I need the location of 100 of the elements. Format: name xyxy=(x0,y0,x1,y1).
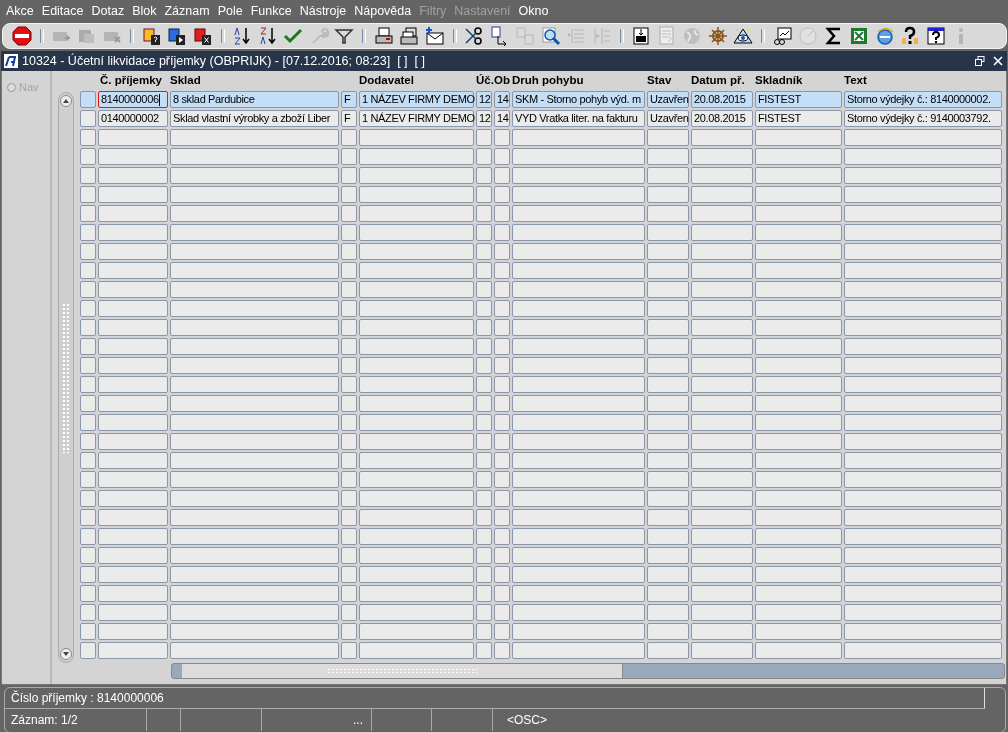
empty-cell[interactable] xyxy=(476,433,492,450)
empty-cell[interactable] xyxy=(341,395,357,412)
empty-cell[interactable] xyxy=(359,433,474,450)
empty-cell[interactable] xyxy=(170,433,339,450)
empty-cell[interactable] xyxy=(170,224,339,241)
row-marker[interactable] xyxy=(80,91,96,108)
empty-cell[interactable] xyxy=(476,148,492,165)
empty-cell[interactable] xyxy=(359,623,474,640)
empty-cell[interactable] xyxy=(647,604,689,621)
table-cell[interactable]: 8 sklad Pardubice xyxy=(170,91,339,108)
row-marker[interactable] xyxy=(80,319,96,336)
empty-cell[interactable] xyxy=(755,338,842,355)
empty-cell[interactable] xyxy=(844,205,1002,222)
empty-cell[interactable] xyxy=(494,319,510,336)
table-cell[interactable]: 12 xyxy=(476,110,492,127)
table-cell[interactable]: 14 xyxy=(494,110,510,127)
empty-cell[interactable] xyxy=(359,319,474,336)
empty-cell[interactable] xyxy=(494,623,510,640)
empty-cell[interactable] xyxy=(755,547,842,564)
empty-cell[interactable] xyxy=(359,243,474,260)
empty-cell[interactable] xyxy=(512,243,645,260)
empty-cell[interactable] xyxy=(476,490,492,507)
empty-cell[interactable] xyxy=(98,452,168,469)
empty-cell[interactable] xyxy=(359,167,474,184)
empty-cell[interactable] xyxy=(359,414,474,431)
table-cell[interactable]: 14 xyxy=(494,91,510,108)
empty-cell[interactable] xyxy=(691,186,753,203)
empty-cell[interactable] xyxy=(341,148,357,165)
empty-cell[interactable] xyxy=(755,509,842,526)
empty-cell[interactable] xyxy=(98,433,168,450)
empty-cell[interactable] xyxy=(359,528,474,545)
empty-cell[interactable] xyxy=(512,642,645,659)
empty-cell[interactable] xyxy=(170,547,339,564)
empty-cell[interactable] xyxy=(341,300,357,317)
empty-cell[interactable] xyxy=(341,167,357,184)
table-cell[interactable]: 20.08.2015 xyxy=(691,110,753,127)
vertical-scrollbar[interactable] xyxy=(58,92,74,663)
empty-cell[interactable] xyxy=(170,148,339,165)
row-marker[interactable] xyxy=(80,129,96,146)
empty-cell[interactable] xyxy=(512,224,645,241)
empty-cell[interactable] xyxy=(476,452,492,469)
empty-cell[interactable] xyxy=(476,262,492,279)
empty-cell[interactable] xyxy=(755,205,842,222)
empty-cell[interactable] xyxy=(512,528,645,545)
empty-cell[interactable] xyxy=(476,281,492,298)
empty-cell[interactable] xyxy=(341,471,357,488)
empty-cell[interactable] xyxy=(170,642,339,659)
empty-cell[interactable] xyxy=(755,490,842,507)
empty-cell[interactable] xyxy=(170,566,339,583)
empty-cell[interactable] xyxy=(755,262,842,279)
empty-cell[interactable] xyxy=(494,205,510,222)
empty-cell[interactable] xyxy=(98,319,168,336)
empty-cell[interactable] xyxy=(98,186,168,203)
empty-cell[interactable] xyxy=(647,281,689,298)
empty-cell[interactable] xyxy=(755,623,842,640)
empty-cell[interactable] xyxy=(359,471,474,488)
row-marker[interactable] xyxy=(80,452,96,469)
empty-cell[interactable] xyxy=(755,243,842,260)
empty-cell[interactable] xyxy=(359,547,474,564)
empty-cell[interactable] xyxy=(512,490,645,507)
empty-cell[interactable] xyxy=(647,585,689,602)
empty-cell[interactable] xyxy=(359,490,474,507)
empty-cell[interactable] xyxy=(170,129,339,146)
empty-cell[interactable] xyxy=(341,585,357,602)
empty-cell[interactable] xyxy=(512,186,645,203)
empty-cell[interactable] xyxy=(755,414,842,431)
table-cell[interactable]: Storno výdejky č.: 8140000002. xyxy=(844,91,1002,108)
empty-cell[interactable] xyxy=(359,585,474,602)
empty-cell[interactable] xyxy=(844,623,1002,640)
empty-cell[interactable] xyxy=(476,395,492,412)
empty-cell[interactable] xyxy=(512,623,645,640)
empty-cell[interactable] xyxy=(647,243,689,260)
menu-item[interactable]: Funkce xyxy=(246,4,296,18)
empty-cell[interactable] xyxy=(512,281,645,298)
table-cell[interactable]: F xyxy=(341,110,357,127)
empty-cell[interactable] xyxy=(494,167,510,184)
empty-cell[interactable] xyxy=(691,338,753,355)
empty-cell[interactable] xyxy=(691,604,753,621)
empty-cell[interactable] xyxy=(476,528,492,545)
empty-cell[interactable] xyxy=(170,338,339,355)
empty-cell[interactable] xyxy=(691,452,753,469)
empty-cell[interactable] xyxy=(170,395,339,412)
empty-cell[interactable] xyxy=(647,186,689,203)
empty-cell[interactable] xyxy=(512,547,645,564)
empty-cell[interactable] xyxy=(170,262,339,279)
empty-cell[interactable] xyxy=(476,585,492,602)
empty-cell[interactable] xyxy=(691,148,753,165)
empty-cell[interactable] xyxy=(647,319,689,336)
empty-cell[interactable] xyxy=(647,547,689,564)
empty-cell[interactable] xyxy=(98,604,168,621)
empty-cell[interactable] xyxy=(98,262,168,279)
menu-item[interactable]: Pole xyxy=(213,4,247,18)
row-marker[interactable] xyxy=(80,490,96,507)
empty-cell[interactable] xyxy=(512,604,645,621)
table-cell[interactable]: FISTEST xyxy=(755,91,842,108)
table-cell[interactable]: VYD Vratka liter. na fakturu xyxy=(512,110,645,127)
empty-cell[interactable] xyxy=(691,490,753,507)
empty-cell[interactable] xyxy=(494,395,510,412)
row-marker[interactable] xyxy=(80,262,96,279)
empty-cell[interactable] xyxy=(691,414,753,431)
